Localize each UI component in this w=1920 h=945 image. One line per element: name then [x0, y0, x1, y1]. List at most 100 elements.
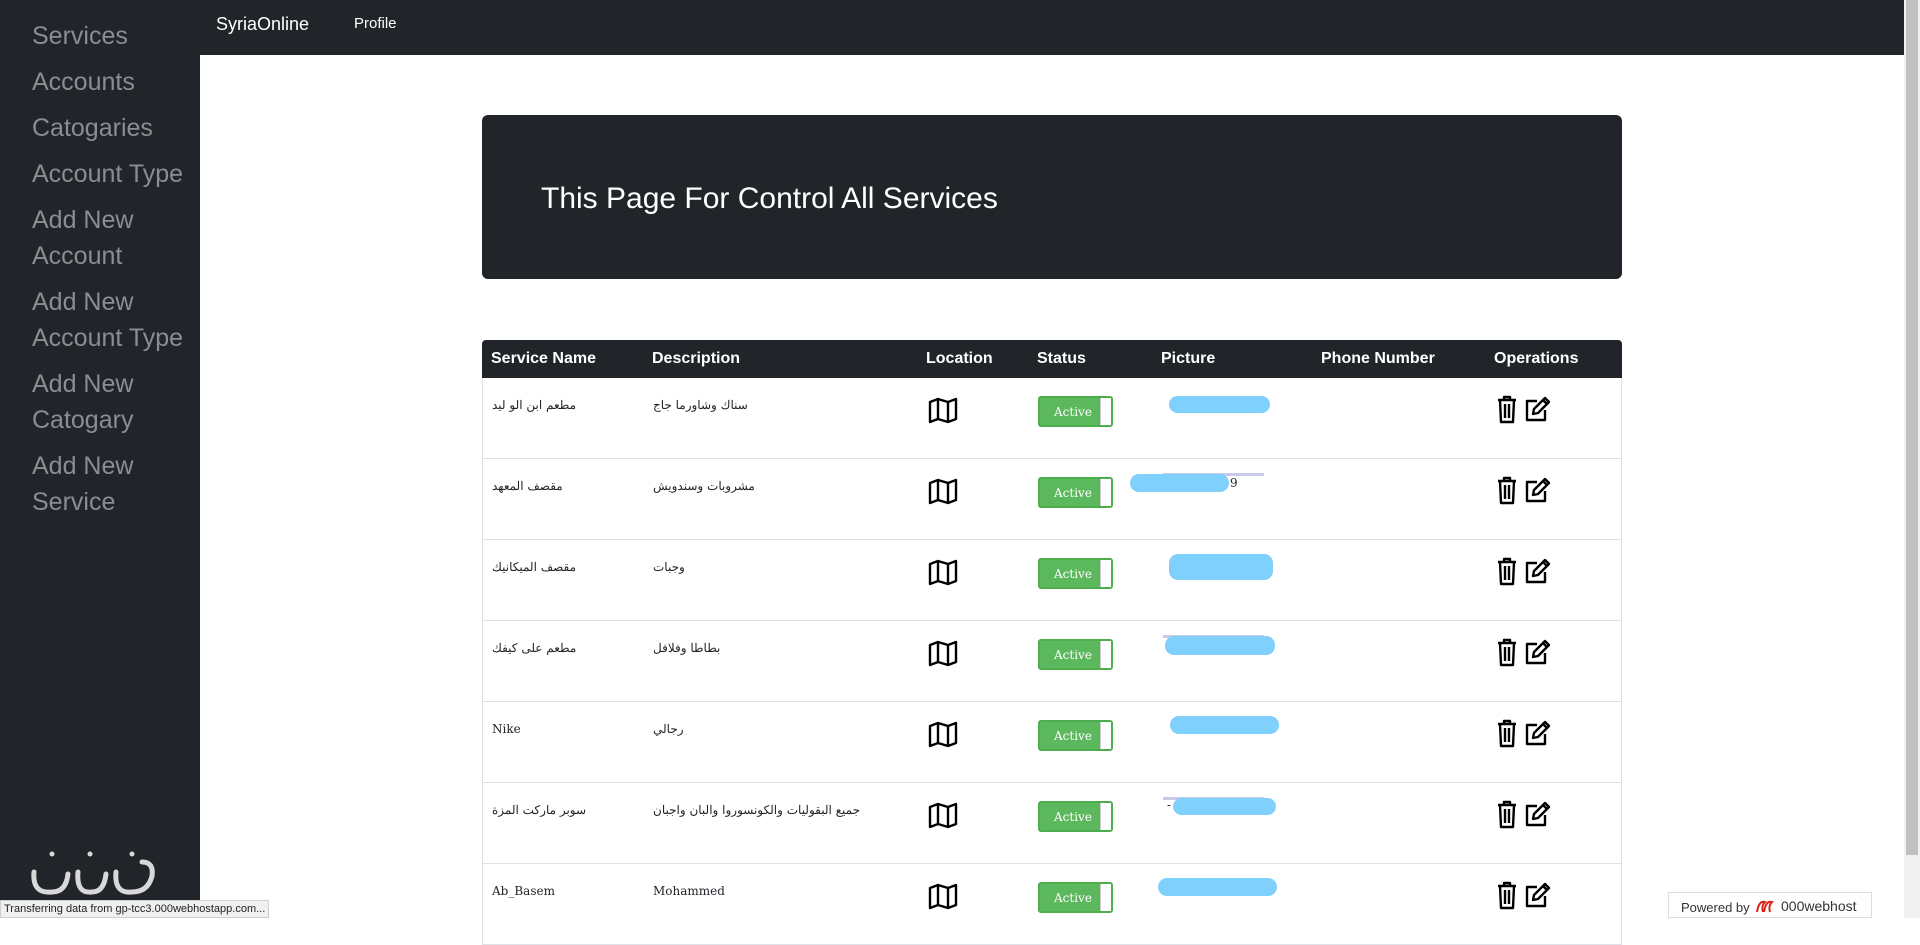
- description-cell: سناك وشاورما جاج: [653, 398, 748, 412]
- table-body: مطعم ابن الو ليد سناك وشاورما جاج Active مق…: [482, 378, 1622, 945]
- trash-icon[interactable]: [1495, 880, 1519, 910]
- sidebar-item-add-new-account-type[interactable]: Add New Account Type: [0, 284, 200, 356]
- service-name-cell: Ab_Basem: [492, 884, 555, 898]
- phone-number-suffix: 9: [1230, 476, 1238, 490]
- status-toggle[interactable]: Active: [1038, 882, 1113, 913]
- description-cell: وجبات: [653, 560, 685, 574]
- edit-icon[interactable]: [1523, 639, 1551, 665]
- status-toggle[interactable]: Active: [1038, 558, 1113, 589]
- status-toggle-label: Active: [1054, 810, 1092, 824]
- edit-icon[interactable]: [1523, 477, 1551, 503]
- description-cell: رجالي: [653, 722, 684, 736]
- map-icon[interactable]: [927, 882, 959, 910]
- browser-status-bar: Transferring data from gp-tcc3.000webhos…: [0, 900, 270, 918]
- sidebar-item-label[interactable]: Add New Service: [32, 448, 184, 520]
- phone-number-redacted: [1158, 878, 1277, 896]
- status-toggle[interactable]: Active: [1038, 801, 1113, 832]
- status-toggle-label: Active: [1054, 405, 1092, 419]
- phone-number-redacted: [1173, 798, 1276, 815]
- status-toggle[interactable]: Active: [1038, 477, 1113, 508]
- sidebar-item-label[interactable]: Services: [32, 18, 184, 54]
- sidebar-item-label[interactable]: Add New Catogary: [32, 366, 184, 438]
- phone-number-prefix: -: [1167, 798, 1172, 812]
- header-service-name: Service Name: [491, 350, 596, 367]
- trash-icon[interactable]: [1495, 799, 1519, 829]
- service-name-cell: سوبر ماركت المزة: [492, 803, 587, 817]
- service-name-cell: مطعم على كيفك: [492, 641, 577, 655]
- edit-icon[interactable]: [1523, 720, 1551, 746]
- toggle-knob: [1100, 641, 1111, 668]
- sidebar-item-label[interactable]: Add New Account: [32, 202, 184, 274]
- edit-icon[interactable]: [1523, 801, 1551, 827]
- status-toggle[interactable]: Active: [1038, 639, 1113, 670]
- page-title: This Page For Control All Services: [541, 182, 998, 215]
- description-cell: مشروبات وسندويش: [653, 479, 755, 493]
- top-navbar: SyriaOnline Profile: [200, 0, 1904, 55]
- map-icon[interactable]: [927, 639, 959, 667]
- watermark-logo: [31, 851, 155, 895]
- sidebar-item-label[interactable]: Add New Account Type: [32, 284, 184, 356]
- powered-by-badge[interactable]: Powered by 000webhost: [1668, 892, 1872, 918]
- trash-icon[interactable]: [1495, 394, 1519, 424]
- sidebar-item-label[interactable]: Account Type: [32, 156, 184, 192]
- edit-icon[interactable]: [1523, 558, 1551, 584]
- header-phone-number: Phone Number: [1321, 350, 1435, 367]
- status-toggle[interactable]: Active: [1038, 396, 1113, 427]
- status-toggle-label: Active: [1054, 567, 1092, 581]
- trash-icon[interactable]: [1495, 556, 1519, 586]
- toggle-knob: [1100, 479, 1111, 506]
- map-icon[interactable]: [927, 558, 959, 586]
- powered-by-host: 000webhost: [1781, 898, 1857, 914]
- trash-icon[interactable]: [1495, 637, 1519, 667]
- sidebar-item-account-type[interactable]: Account Type: [0, 156, 200, 192]
- sidebar-item-add-new-service[interactable]: Add New Service: [0, 448, 200, 520]
- toggle-knob: [1100, 803, 1111, 830]
- table-row: مقصف المعهد مشروبات وسندويش Active 9: [482, 459, 1622, 540]
- brand-link[interactable]: SyriaOnline: [216, 14, 309, 35]
- edit-icon[interactable]: [1523, 396, 1551, 422]
- page-banner: This Page For Control All Services: [482, 115, 1622, 279]
- status-toggle-label: Active: [1054, 891, 1092, 905]
- page-scrollbar[interactable]: [1904, 0, 1920, 918]
- table-row: مطعم على كيفك بطاطا وفلافل Active: [482, 621, 1622, 702]
- sidebar-item-add-new-account[interactable]: Add New Account: [0, 202, 200, 274]
- trash-icon[interactable]: [1495, 718, 1519, 748]
- table-row: مقصف الميكانيك وجبات Active: [482, 540, 1622, 621]
- header-picture: Picture: [1161, 350, 1216, 367]
- map-icon[interactable]: [927, 801, 959, 829]
- service-name-cell: مطعم ابن الو ليد: [492, 398, 577, 412]
- scrollbar-thumb[interactable]: [1906, 0, 1918, 855]
- header-status: Status: [1037, 350, 1086, 367]
- toggle-knob: [1100, 560, 1111, 587]
- sidebar-item-label[interactable]: Accounts: [32, 64, 184, 100]
- phone-number-redacted: [1165, 636, 1275, 655]
- toggle-knob: [1100, 398, 1111, 425]
- toggle-knob: [1100, 884, 1111, 911]
- map-icon[interactable]: [927, 477, 959, 505]
- sidebar-item-services[interactable]: Services: [0, 18, 200, 54]
- table-row: Ab_Basem Mohammed Active: [482, 864, 1622, 945]
- table-row: سوبر ماركت المزة جميع البقوليات والكونسور…: [482, 783, 1622, 864]
- sidebar-item-label[interactable]: Catogaries: [32, 110, 184, 146]
- trash-icon[interactable]: [1495, 475, 1519, 505]
- header-location: Location: [926, 350, 993, 367]
- profile-link[interactable]: Profile: [354, 15, 397, 32]
- table-row: مطعم ابن الو ليد سناك وشاورما جاج Active: [482, 378, 1622, 459]
- powered-by-label: Powered by: [1681, 900, 1750, 915]
- map-icon[interactable]: [927, 396, 959, 424]
- table-row: Nike رجالي Active: [482, 702, 1622, 783]
- edit-icon[interactable]: [1523, 882, 1551, 908]
- sidebar-item-add-new-catogary[interactable]: Add New Catogary: [0, 366, 200, 438]
- services-table: Service Name Description Location Status…: [482, 340, 1622, 945]
- phone-number-redacted: [1170, 716, 1279, 734]
- status-toggle[interactable]: Active: [1038, 720, 1113, 751]
- status-toggle-label: Active: [1054, 729, 1092, 743]
- status-toggle-label: Active: [1054, 648, 1092, 662]
- sidebar: Services Accounts Catogaries Account Typ…: [0, 0, 200, 918]
- sidebar-item-catogaries[interactable]: Catogaries: [0, 110, 200, 146]
- header-description: Description: [652, 350, 741, 367]
- service-name-cell: مقصف المعهد: [492, 479, 563, 493]
- map-icon[interactable]: [927, 720, 959, 748]
- sidebar-item-accounts[interactable]: Accounts: [0, 64, 200, 100]
- phone-number-redacted: [1169, 554, 1273, 580]
